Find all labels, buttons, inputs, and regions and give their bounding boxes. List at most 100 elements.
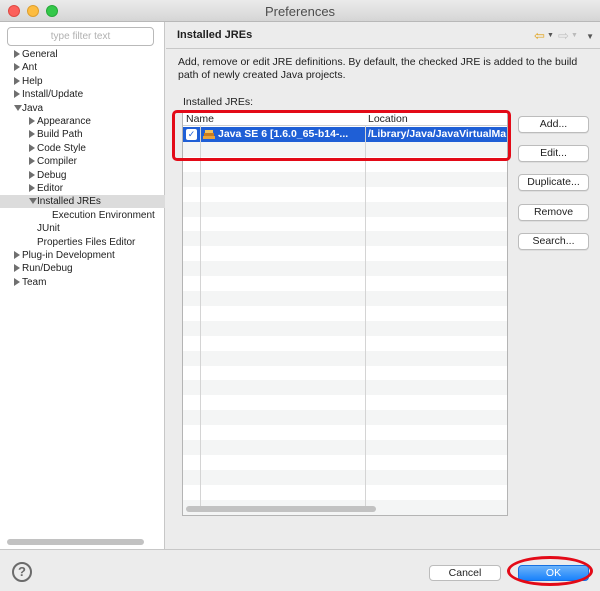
sidebar-item-install-update[interactable]: Install/Update bbox=[0, 88, 165, 101]
sidebar-item-java[interactable]: Java bbox=[0, 102, 165, 115]
description-line-1: Add, remove or edit JRE definitions. By … bbox=[178, 56, 578, 68]
page-title: Installed JREs bbox=[177, 29, 253, 41]
installed-jres-label: Installed JREs: bbox=[183, 96, 254, 108]
sidebar-item-label: Team bbox=[22, 276, 47, 288]
sidebar-item-help[interactable]: Help bbox=[0, 75, 165, 88]
chevron-right-icon[interactable] bbox=[29, 117, 35, 125]
sidebar-item-ant[interactable]: Ant bbox=[0, 61, 165, 74]
page-header: Installed JREs ⇦ ▼ ⇨ ▼ ▼ bbox=[166, 22, 600, 49]
duplicate-button[interactable]: Duplicate... bbox=[518, 174, 589, 191]
sidebar-item-label: General bbox=[22, 49, 58, 60]
sidebar-item-label: Build Path bbox=[37, 129, 83, 141]
view-menu-icon[interactable]: ▼ bbox=[586, 32, 594, 41]
sidebar-item-editor[interactable]: Editor bbox=[0, 182, 165, 195]
sidebar-item-label: Installed JREs bbox=[37, 196, 101, 208]
chevron-down-icon[interactable] bbox=[14, 104, 22, 111]
sidebar-item-build-path[interactable]: Build Path bbox=[0, 128, 165, 141]
empty-table-row bbox=[183, 410, 507, 426]
empty-table-row bbox=[183, 261, 507, 277]
tree-horizontal-scrollbar[interactable] bbox=[7, 539, 144, 545]
sidebar-item-label: Run/Debug bbox=[22, 263, 73, 275]
chevron-down-icon[interactable] bbox=[29, 198, 37, 205]
table-horizontal-scrollbar[interactable] bbox=[186, 506, 376, 512]
empty-table-row bbox=[183, 290, 507, 306]
sidebar-item-properties-files-editor[interactable]: Properties Files Editor bbox=[0, 236, 165, 249]
sidebar-item-compiler[interactable]: Compiler bbox=[0, 155, 165, 168]
chevron-right-icon[interactable] bbox=[29, 157, 35, 166]
back-dropdown-icon[interactable]: ▼ bbox=[547, 32, 554, 39]
sidebar-item-label: Execution Environment bbox=[52, 209, 155, 221]
jre-table[interactable]: Name Location ✓ Java SE 6 [1.6.0_65-b14-.… bbox=[182, 111, 508, 516]
sidebar-item-label: Ant bbox=[22, 62, 38, 74]
sidebar-item-debug[interactable]: Debug bbox=[0, 169, 165, 182]
empty-table-row bbox=[183, 201, 507, 217]
sidebar-item-appearance[interactable]: Appearance bbox=[0, 115, 165, 128]
sidebar-item-label: Editor bbox=[37, 183, 64, 194]
sidebar-item-label: Appearance bbox=[37, 116, 91, 127]
help-icon[interactable]: ? bbox=[12, 562, 32, 582]
add-button[interactable]: Add... bbox=[518, 116, 589, 133]
preference-page: Installed JREs ⇦ ▼ ⇨ ▼ ▼ Add, remove or … bbox=[166, 22, 600, 549]
sidebar-item-plug-in-development[interactable]: Plug-in Development bbox=[0, 249, 165, 262]
sidebar-item-label: Code Style bbox=[37, 142, 86, 154]
empty-table-row bbox=[183, 455, 507, 470]
preference-tree-pane: type filter text General Ant Help Install/U… bbox=[0, 22, 165, 549]
empty-table-row bbox=[183, 485, 507, 500]
cancel-button[interactable]: Cancel bbox=[429, 565, 501, 581]
empty-table-row bbox=[183, 425, 507, 440]
page-navigation: ⇦ ▼ ⇨ ▼ ▼ bbox=[534, 29, 594, 43]
sidebar-item-code-style[interactable]: Code Style bbox=[0, 142, 165, 155]
sidebar-item-label: Java bbox=[22, 102, 44, 114]
sidebar-item-junit[interactable]: JUnit bbox=[0, 222, 165, 235]
empty-table-row bbox=[183, 231, 507, 247]
sidebar-item-team[interactable]: Team bbox=[0, 276, 165, 289]
edit-button[interactable]: Edit... bbox=[518, 145, 589, 162]
column-divider bbox=[365, 126, 366, 506]
empty-table-row bbox=[183, 439, 507, 455]
empty-table-row bbox=[183, 380, 507, 396]
chevron-right-icon[interactable] bbox=[14, 277, 20, 286]
sidebar-item-run-debug[interactable]: Run/Debug bbox=[0, 262, 165, 275]
sidebar-item-label: JUnit bbox=[37, 223, 60, 235]
empty-table-row bbox=[183, 306, 507, 321]
chevron-right-icon[interactable] bbox=[14, 76, 20, 85]
window-titlebar: Preferences bbox=[0, 0, 600, 22]
sidebar-item-general[interactable]: General bbox=[0, 48, 165, 61]
empty-table-row bbox=[183, 350, 507, 366]
empty-table-row bbox=[183, 469, 507, 485]
remove-button[interactable]: Remove bbox=[518, 204, 589, 221]
empty-table-row bbox=[183, 171, 507, 187]
sidebar-item-installed-jres[interactable]: Installed JREs bbox=[0, 195, 165, 209]
search-button[interactable]: Search... bbox=[518, 233, 589, 250]
chevron-right-icon[interactable] bbox=[14, 264, 20, 273]
sidebar-item-label: Properties Files Editor bbox=[37, 236, 136, 248]
filter-input[interactable]: type filter text bbox=[7, 27, 154, 46]
empty-table-row bbox=[183, 320, 507, 336]
column-divider bbox=[200, 126, 201, 506]
chevron-right-icon[interactable] bbox=[14, 251, 20, 259]
sidebar-item-label: Plug-in Development bbox=[22, 250, 115, 261]
chevron-right-icon[interactable] bbox=[29, 130, 35, 139]
chevron-right-icon[interactable] bbox=[29, 170, 35, 179]
forward-dropdown-icon[interactable]: ▼ bbox=[571, 32, 578, 39]
chevron-right-icon[interactable] bbox=[14, 50, 20, 58]
chevron-right-icon[interactable] bbox=[14, 90, 20, 99]
description-line-2: path of newly created Java projects. bbox=[178, 69, 346, 81]
empty-table-row bbox=[183, 336, 507, 351]
empty-table-row bbox=[183, 246, 507, 261]
sidebar-item-label: Install/Update bbox=[22, 89, 84, 101]
forward-arrow-icon[interactable]: ⇨ bbox=[558, 29, 569, 42]
empty-table-row bbox=[183, 365, 507, 380]
window-title: Preferences bbox=[264, 4, 336, 19]
sidebar-item-label: Compiler bbox=[37, 156, 78, 168]
back-arrow-icon[interactable]: ⇦ bbox=[534, 29, 545, 42]
sidebar-item-label: Debug bbox=[37, 169, 67, 181]
page-description: Add, remove or edit JRE definitions. By … bbox=[178, 56, 598, 82]
chevron-right-icon[interactable] bbox=[29, 143, 35, 152]
chevron-right-icon[interactable] bbox=[29, 184, 35, 192]
chevron-right-icon[interactable] bbox=[14, 63, 20, 72]
annotation-highlight-oval bbox=[507, 556, 593, 586]
empty-table-row bbox=[183, 395, 507, 410]
sidebar-item-label: Help bbox=[22, 75, 43, 87]
sidebar-item-execution-environment[interactable]: Execution Environment bbox=[0, 209, 165, 222]
